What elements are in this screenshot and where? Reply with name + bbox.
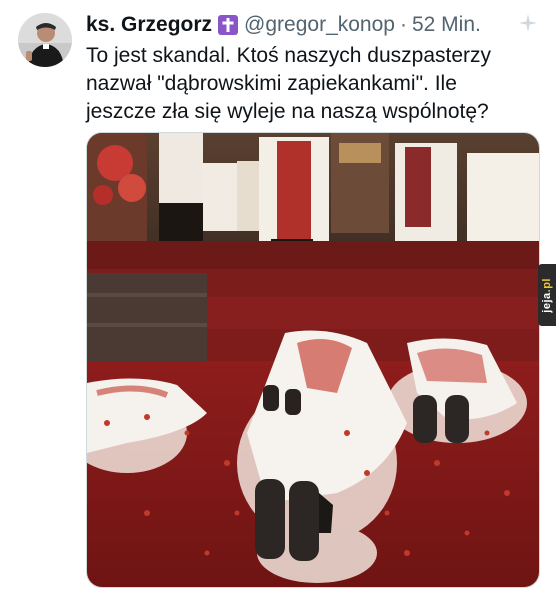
tweet-media-photo[interactable] (86, 132, 540, 588)
tweet-text-line: nazwał "dąbrowskimi zapiekankami". Ile (86, 72, 457, 95)
jeja-watermark: jeja.pl (538, 264, 556, 326)
more-options-icon[interactable] (514, 9, 542, 37)
watermark-prefix: jeja (541, 291, 553, 313)
tweet-text-line: jeszcze zła się wyleje na naszą wspólnot… (86, 100, 489, 123)
tweet-text: To jest skandal. Ktoś naszych duszpaster… (86, 42, 538, 126)
tweet-text-line: To jest skandal. Ktoś naszych duszpaster… (86, 44, 492, 67)
ordination-photo (87, 133, 539, 587)
timestamp[interactable]: 52 Min. (412, 12, 481, 38)
avatar[interactable] (18, 13, 72, 67)
author-handle[interactable]: @gregor_konop (244, 12, 395, 38)
watermark-suffix: .pl (541, 277, 553, 292)
author-name[interactable]: ks. Grzegorz (86, 12, 212, 38)
purple-cross-icon (218, 15, 239, 35)
separator-dot: · (399, 13, 407, 36)
tweet-header: ks. Grzegorz @gregor_konop · 52 Min. (86, 12, 481, 38)
avatar-image (18, 13, 72, 67)
